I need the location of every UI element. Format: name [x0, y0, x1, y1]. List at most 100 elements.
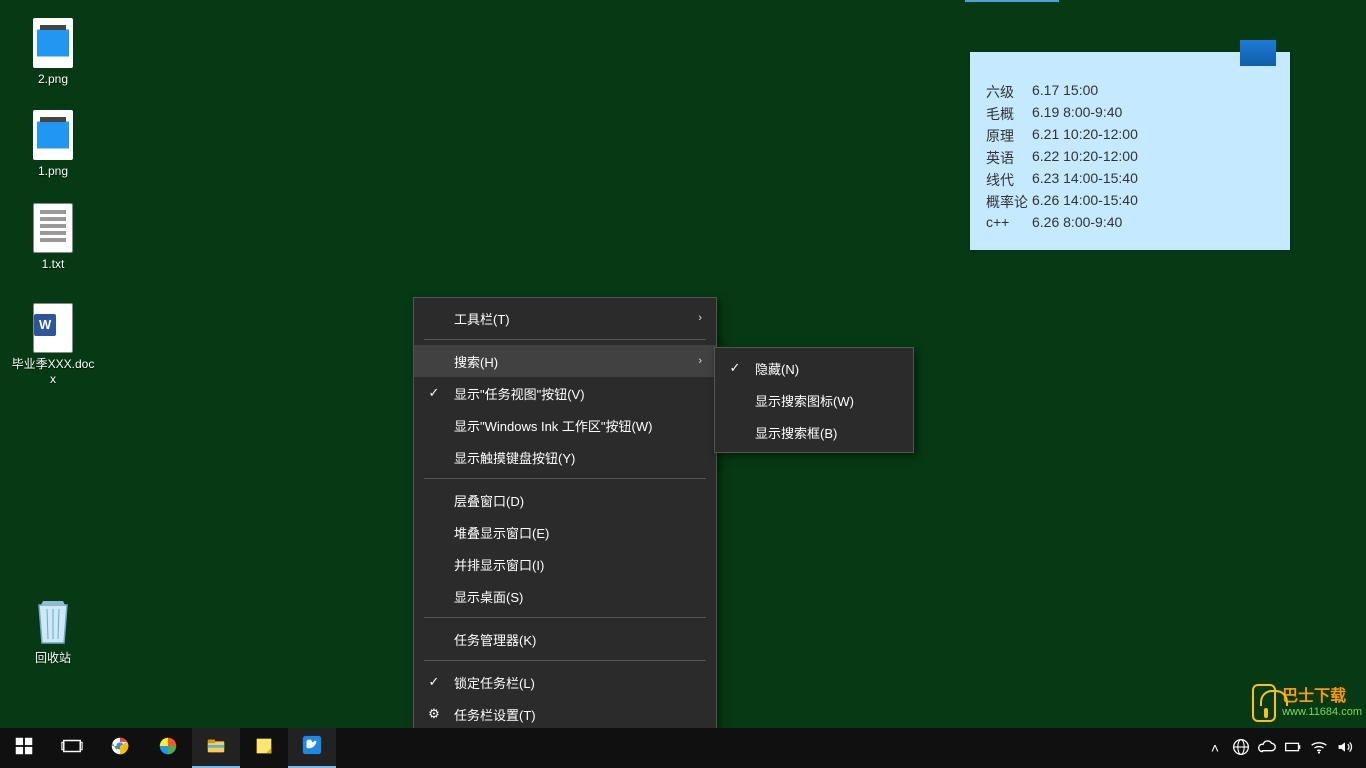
- taskbar-context-menu-item[interactable]: 工具栏(T) ›: [414, 302, 716, 334]
- menu-separator: [424, 617, 706, 618]
- start-icon: [13, 735, 35, 762]
- taskbar-context-menu-item-label: 显示桌面(S): [454, 587, 523, 606]
- taskbar-context-menu-item[interactable]: 显示"Windows Ink 工作区"按钮(W): [414, 409, 716, 441]
- sticky-row-value: 6.23 14:00-15:40: [1032, 170, 1274, 190]
- desktop-icon-bin[interactable]: 回收站: [10, 595, 96, 666]
- taskbar-context-menu: 工具栏(T) › 搜索(H) › ✓ 显示"任务视图"按钮(V) 显示"Windows In…: [413, 297, 717, 735]
- desktop-icon-label: 毕业季XXX.docx: [10, 357, 96, 387]
- check-icon: ✓: [727, 360, 743, 376]
- taskbar-context-menu-item-label: 搜索(H): [454, 352, 498, 371]
- taskbar-context-menu-item[interactable]: 搜索(H) ›: [414, 345, 716, 377]
- sticky-icon: [253, 735, 275, 762]
- sticky-row: c++6.26 8:00-9:40: [986, 214, 1274, 230]
- sticky-note-body: 六级6.17 15:00毛概6.19 8:00-9:40原理6.21 10:20…: [970, 66, 1290, 250]
- search-submenu-item-label: 显示搜索图标(W): [755, 391, 854, 410]
- taskbar-context-menu-item[interactable]: 显示桌面(S): [414, 580, 716, 612]
- taskbar-context-menu-item[interactable]: 任务管理器(K): [414, 623, 716, 655]
- taskbar-context-menu-item-label: 锁定任务栏(L): [454, 673, 535, 692]
- desktop-icon-png[interactable]: 2.png: [10, 18, 96, 87]
- search-submenu-item-label: 显示搜索框(B): [755, 423, 837, 442]
- tray-wifi-button[interactable]: [1306, 728, 1332, 768]
- wifi-icon: [1308, 736, 1330, 761]
- taskbar-context-menu-item-label: 任务栏设置(T): [454, 705, 536, 724]
- menu-separator: [424, 339, 706, 340]
- bin-file-icon: [29, 595, 77, 647]
- taskbar-context-menu-item[interactable]: 并排显示窗口(I): [414, 548, 716, 580]
- desktop-icon-label: 2.png: [10, 72, 96, 87]
- sticky-row: 概率论6.26 14:00-15:40: [986, 192, 1274, 212]
- menu-separator: [424, 478, 706, 479]
- sticky-row-value: 6.19 8:00-9:40: [1032, 104, 1274, 124]
- tray-onedrive-button[interactable]: [1254, 728, 1280, 768]
- taskbar-context-menu-item[interactable]: 层叠窗口(D): [414, 484, 716, 516]
- taskbar-taskview-button[interactable]: [48, 728, 96, 768]
- png-file-icon: [33, 18, 73, 68]
- search-submenu-item[interactable]: ✓隐藏(N): [715, 352, 913, 384]
- txt-file-icon: [33, 203, 73, 253]
- chevron-right-icon: ›: [698, 312, 702, 324]
- sticky-note[interactable]: 六级6.17 15:00毛概6.19 8:00-9:40原理6.21 10:20…: [970, 52, 1290, 250]
- brand-watermark: 巴士下载 www.11684.com: [1252, 682, 1362, 724]
- sticky-note-grip[interactable]: [970, 52, 1290, 66]
- taskbar-bluebird-button[interactable]: [288, 728, 336, 768]
- check-icon: ✓: [426, 385, 442, 401]
- taskbar-context-menu-item-label: 工具栏(T): [454, 309, 510, 328]
- sticky-row-key: 原理: [986, 126, 1032, 146]
- tray-chevron-button[interactable]: ˄: [1202, 728, 1228, 768]
- tray-globe-button[interactable]: [1228, 728, 1254, 768]
- sticky-row-key: 概率论: [986, 192, 1032, 212]
- taskbar-chrome-button[interactable]: [96, 728, 144, 768]
- menu-separator: [424, 660, 706, 661]
- sticky-row-key: 英语: [986, 148, 1032, 168]
- explorer-icon: [205, 734, 227, 761]
- taskbar-context-menu-item-label: 显示触摸键盘按钮(Y): [454, 448, 575, 467]
- taskbar-start-button[interactable]: [0, 728, 48, 768]
- taskbar-sticky-button[interactable]: [240, 728, 288, 768]
- search-submenu-item[interactable]: 显示搜索图标(W): [715, 384, 913, 416]
- sticky-row-value: 6.22 10:20-12:00: [1032, 148, 1274, 168]
- sticky-row: 英语6.22 10:20-12:00: [986, 148, 1274, 168]
- chrome-icon: [109, 735, 131, 762]
- desktop: 2.png 1.png 1.txt 毕业季XXX.docx 回收站 六级6.17 15:…: [0, 0, 1366, 768]
- taskbar-context-menu-item[interactable]: 显示触摸键盘按钮(Y): [414, 441, 716, 473]
- search-submenu: ✓隐藏(N) 显示搜索图标(W) 显示搜索框(B): [714, 347, 914, 453]
- desktop-icon-png[interactable]: 1.png: [10, 110, 96, 179]
- taskbar-context-menu-item-label: 显示"任务视图"按钮(V): [454, 384, 585, 403]
- taskbar-explorer-button[interactable]: [192, 728, 240, 768]
- sticky-row-value: 6.21 10:20-12:00: [1032, 126, 1274, 146]
- chevron-icon: ˄: [1211, 740, 1219, 756]
- taskview-icon: [61, 735, 83, 762]
- taskbar-context-menu-item-label: 堆叠显示窗口(E): [454, 523, 549, 542]
- desktop-icon-txt[interactable]: 1.txt: [10, 203, 96, 272]
- desktop-icon-label: 1.txt: [10, 257, 96, 272]
- taskbar-context-menu-item-label: 并排显示窗口(I): [454, 555, 544, 574]
- sticky-row: 六级6.17 15:00: [986, 82, 1274, 102]
- bluebird-icon: [301, 734, 323, 761]
- taskbar-context-menu-item-label: 任务管理器(K): [454, 630, 536, 649]
- brand-line1: 巴士下载: [1282, 688, 1362, 706]
- gear-icon: ⚙: [426, 706, 442, 722]
- taskbar: ˄: [0, 728, 1366, 768]
- sticky-row: 毛概6.19 8:00-9:40: [986, 104, 1274, 124]
- sticky-row-key: 线代: [986, 170, 1032, 190]
- desktop-icon-label: 回收站: [10, 651, 96, 666]
- taskbar-context-menu-item[interactable]: 堆叠显示窗口(E): [414, 516, 716, 548]
- chevron-right-icon: ›: [698, 355, 702, 367]
- colorwheel-icon: [157, 735, 179, 762]
- sticky-row-key: 六级: [986, 82, 1032, 102]
- sticky-row-value: 6.26 8:00-9:40: [1032, 214, 1274, 230]
- search-submenu-item[interactable]: 显示搜索框(B): [715, 416, 913, 448]
- png-file-icon: [33, 110, 73, 160]
- taskbar-context-menu-item-label: 显示"Windows Ink 工作区"按钮(W): [454, 416, 652, 435]
- desktop-icon-docx[interactable]: 毕业季XXX.docx: [10, 303, 96, 387]
- tray-battery-button[interactable]: [1280, 728, 1306, 768]
- sticky-row-key: 毛概: [986, 104, 1032, 124]
- taskbar-context-menu-item[interactable]: ✓ 显示"任务视图"按钮(V): [414, 377, 716, 409]
- taskbar-colorwheel-button[interactable]: [144, 728, 192, 768]
- tray-volume-button[interactable]: [1332, 728, 1358, 768]
- taskbar-context-menu-item[interactable]: ⚙ 任务栏设置(T): [414, 698, 716, 730]
- sticky-row: 线代6.23 14:00-15:40: [986, 170, 1274, 190]
- sticky-row: 原理6.21 10:20-12:00: [986, 126, 1274, 146]
- check-icon: ✓: [426, 674, 442, 690]
- taskbar-context-menu-item[interactable]: ✓ 锁定任务栏(L): [414, 666, 716, 698]
